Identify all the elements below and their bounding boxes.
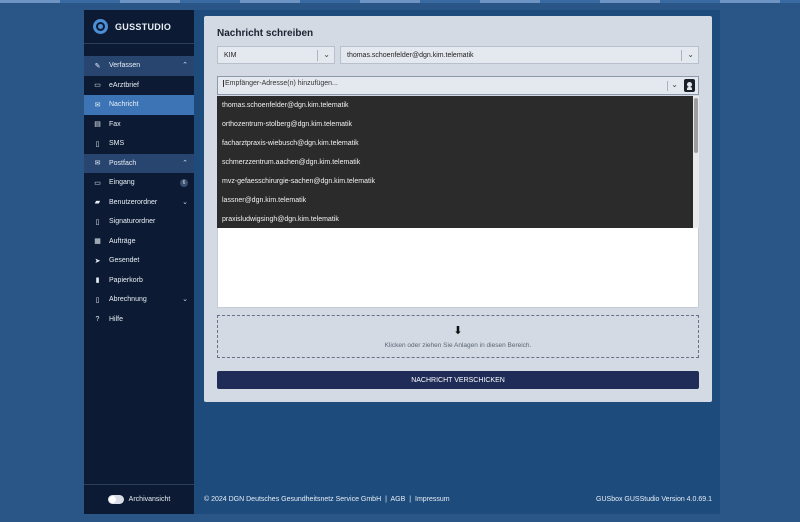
sidebar-section-verfassen[interactable]: ✎ Verfassen ⌃	[84, 56, 194, 76]
sidebar-item-hilfe[interactable]: ? Hilfe	[84, 310, 194, 330]
sidebar-section-label: Postfach	[109, 159, 137, 167]
sidebar-item-eingang[interactable]: ▭ Eingang 6	[84, 173, 194, 193]
trash-icon: ▮	[95, 277, 100, 285]
sidebar-item-label: SMS	[109, 140, 125, 148]
suggestion-item[interactable]: schmerzzentrum.aachen@dgn.kim.telematik	[217, 153, 693, 172]
impressum-link[interactable]: Impressum	[415, 496, 450, 503]
sidebar-item-label: Fax	[109, 120, 121, 128]
sidebar-item-label: Signaturordner	[109, 218, 156, 226]
select-divider	[667, 81, 668, 91]
sender-select-value: thomas.schoenfelder@dgn.kim.telematik	[347, 51, 474, 59]
dropdown-scrollbar[interactable]	[693, 96, 699, 228]
fax-icon: ▤	[94, 121, 101, 129]
send-icon: ➤	[94, 257, 101, 265]
mail-icon: ✉	[94, 160, 101, 168]
chevron-down-icon: ⌄	[323, 50, 330, 59]
sidebar-item-label: Abrechnung	[109, 296, 147, 304]
suggestion-item[interactable]: mvz-gefaesschirurgie-sachen@dgn.kim.tele…	[217, 172, 693, 191]
sidebar-item-label: Hilfe	[109, 315, 124, 323]
channel-select[interactable]: KIM ⌄	[217, 46, 335, 64]
brand-logo-icon	[93, 19, 108, 34]
select-divider	[317, 50, 318, 61]
recipient-input[interactable]: Empfänger-Adresse(n) hinzufügen...	[223, 80, 338, 87]
sidebar-item-fax[interactable]: ▤ Fax	[84, 115, 194, 135]
attachment-dropzone[interactable]: ⬇ Klicken oder ziehen Sie Anlagen in die…	[217, 315, 699, 358]
compose-card: Nachricht schreiben KIM ⌄ thomas.schoenf…	[204, 16, 712, 402]
folder-icon: ▰	[94, 199, 101, 207]
sidebar-item-gesendet[interactable]: ➤ Gesendet	[84, 251, 194, 271]
sidebar-item-label: Papierkorb	[109, 276, 143, 284]
document-icon: ▯	[95, 218, 100, 226]
sidebar-item-label: Aufträge	[109, 237, 136, 245]
help-icon: ?	[95, 315, 100, 323]
chevron-down-icon: ⌄	[182, 296, 188, 303]
sidebar-item-nachricht[interactable]: ✉ Nachricht	[84, 95, 194, 115]
download-icon: ⬇	[453, 325, 463, 337]
version-text: GUSbox GUSStudio Version 4.0.69.1	[596, 496, 712, 503]
chevron-down-icon[interactable]: ⌄	[671, 80, 678, 89]
recipient-field[interactable]: Empfänger-Adresse(n) hinzufügen... ⌄	[217, 76, 699, 95]
app-window: GUSSTUDIO ✎ Verfassen ⌃ ▭ eArztbrief ✉ N…	[84, 10, 720, 514]
scrollbar-thumb[interactable]	[694, 98, 698, 153]
brand-name: GUSSTUDIO	[115, 21, 172, 32]
copyright-text: © 2024 DGN Deutsches Gesundheitsnetz Ser…	[204, 496, 382, 503]
archive-view-label: Archivansicht	[128, 496, 171, 503]
contact-icon-body	[687, 87, 692, 90]
suggestion-item[interactable]: lassner@dgn.kim.telematik	[217, 191, 693, 210]
sidebar-item-label: eArztbrief	[109, 81, 139, 89]
address-book-button[interactable]	[684, 79, 695, 92]
suggestion-item[interactable]: praxisludwigsingh@dgn.kim.telematik	[217, 210, 693, 228]
sidebar-item-label: Eingang	[109, 179, 135, 187]
sidebar-item-papierkorb[interactable]: ▮ Papierkorb	[84, 271, 194, 291]
chevron-down-icon: ⌄	[182, 198, 188, 206]
sidebar-section-label: Verfassen	[109, 62, 141, 70]
archive-view-toggle[interactable]	[107, 495, 124, 504]
sidebar-item-label: Nachricht	[109, 101, 139, 109]
suggestion-item[interactable]: facharztpraxis-wiebusch@dgn.kim.telemati…	[217, 134, 693, 153]
sidebar-section-postfach[interactable]: ✉ Postfach ⌃	[84, 153, 194, 173]
footer-left: © 2024 DGN Deutsches Gesundheitsnetz Ser…	[204, 496, 452, 503]
contact-icon	[687, 81, 692, 87]
select-divider	[681, 50, 682, 61]
recipient-suggestions-dropdown: thomas.schoenfelder@dgn.kim.telematik or…	[217, 96, 693, 228]
chevron-down-icon: ⌄	[687, 50, 694, 59]
sidebar-item-benutzerordner[interactable]: ▰ Benutzerordner ⌄	[84, 193, 194, 213]
sender-select[interactable]: thomas.schoenfelder@dgn.kim.telematik ⌄	[340, 46, 699, 64]
chevron-up-icon: ⌃	[182, 62, 188, 69]
sidebar-item-earztbrief[interactable]: ▭ eArztbrief	[84, 76, 194, 96]
brand[interactable]: GUSSTUDIO	[84, 10, 194, 44]
message-icon: ✉	[94, 101, 101, 109]
channel-select-value: KIM	[224, 51, 237, 59]
send-message-button[interactable]: NACHRICHT VERSCHICKEN	[217, 371, 699, 389]
footer-separator: |	[409, 496, 412, 503]
sidebar-item-auftraege[interactable]: ▦ Aufträge	[84, 232, 194, 252]
unread-count-badge: 6	[180, 178, 188, 187]
sidebar-item-label: Gesendet	[109, 257, 140, 265]
sms-icon: ▯	[95, 140, 100, 148]
edit-icon: ✎	[94, 62, 101, 70]
sidebar: GUSSTUDIO ✎ Verfassen ⌃ ▭ eArztbrief ✉ N…	[84, 10, 194, 514]
chevron-up-icon: ⌃	[182, 159, 188, 167]
sidebar-item-label: Benutzerordner	[109, 198, 158, 206]
file-icon: ▯	[95, 296, 100, 304]
archive-view-toggle-row: Archivansicht	[84, 484, 194, 514]
page-title: Nachricht schreiben	[217, 28, 314, 39]
inbox-icon: ▭	[94, 82, 101, 90]
desktop-background-stripe	[0, 0, 800, 3]
footer-separator: |	[385, 496, 387, 503]
sidebar-item-signaturordner[interactable]: ▯ Signaturordner	[84, 212, 194, 232]
footer: © 2024 DGN Deutsches Gesundheitsnetz Ser…	[204, 496, 712, 503]
sidebar-nav: ✎ Verfassen ⌃ ▭ eArztbrief ✉ Nachricht ▤…	[84, 56, 194, 329]
inbox-icon: ▭	[94, 179, 101, 187]
sidebar-item-sms[interactable]: ▯ SMS	[84, 134, 194, 154]
suggestion-item[interactable]: orthozentrum-stolberg@dgn.kim.telematik	[217, 115, 693, 134]
dropzone-hint: Klicken oder ziehen Sie Anlagen in diese…	[384, 342, 532, 349]
suggestion-item[interactable]: thomas.schoenfelder@dgn.kim.telematik	[217, 96, 693, 115]
agb-link[interactable]: AGB	[390, 496, 405, 503]
sidebar-item-abrechnung[interactable]: ▯ Abrechnung ⌄	[84, 290, 194, 310]
tasks-icon: ▦	[94, 238, 101, 246]
